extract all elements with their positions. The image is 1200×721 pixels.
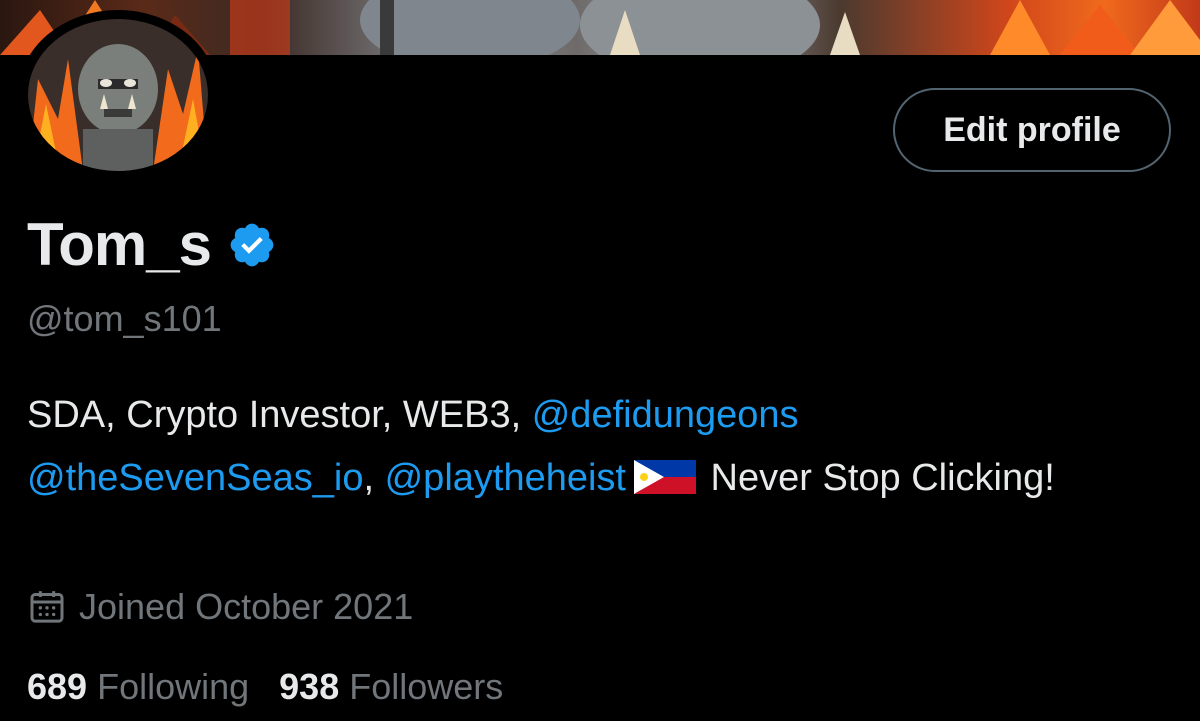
bio-text: SDA, Crypto Investor, WEB3, [27, 394, 532, 436]
bio-separator: , [363, 457, 385, 499]
bio-mention-thesevenseas[interactable]: @theSevenSeas_io [27, 457, 363, 499]
bio-text-tagline: Never Stop Clicking! [700, 457, 1055, 499]
display-name: Tom_s [27, 211, 212, 278]
followers-link[interactable]: 938 Followers [279, 666, 503, 708]
joined-date-row: Joined October 2021 [27, 586, 413, 628]
joined-date: Joined October 2021 [79, 586, 414, 627]
philippines-flag-icon [634, 460, 696, 494]
avatar-image [28, 19, 208, 171]
verified-badge-icon[interactable] [227, 220, 277, 270]
profile-avatar[interactable] [18, 10, 218, 180]
followers-count: 938 [279, 666, 340, 707]
following-label: Following [97, 666, 250, 707]
name-row: Tom_s [27, 210, 277, 279]
following-link[interactable]: 689 Following [27, 666, 249, 708]
followers-label: Followers [349, 666, 504, 707]
edit-profile-button[interactable]: Edit profile [893, 88, 1171, 172]
profile-bio: SDA, Crypto Investor, WEB3, @defidungeon… [27, 384, 1177, 510]
bio-mention-playtheheist[interactable]: @playtheheist [385, 457, 626, 499]
bio-mention-defidungeons[interactable]: @defidungeons [532, 394, 799, 436]
user-handle: @tom_s101 [27, 298, 222, 339]
following-count: 689 [27, 666, 88, 707]
calendar-icon [30, 591, 64, 623]
follow-stats: 689 Following 938 Followers [27, 666, 533, 708]
